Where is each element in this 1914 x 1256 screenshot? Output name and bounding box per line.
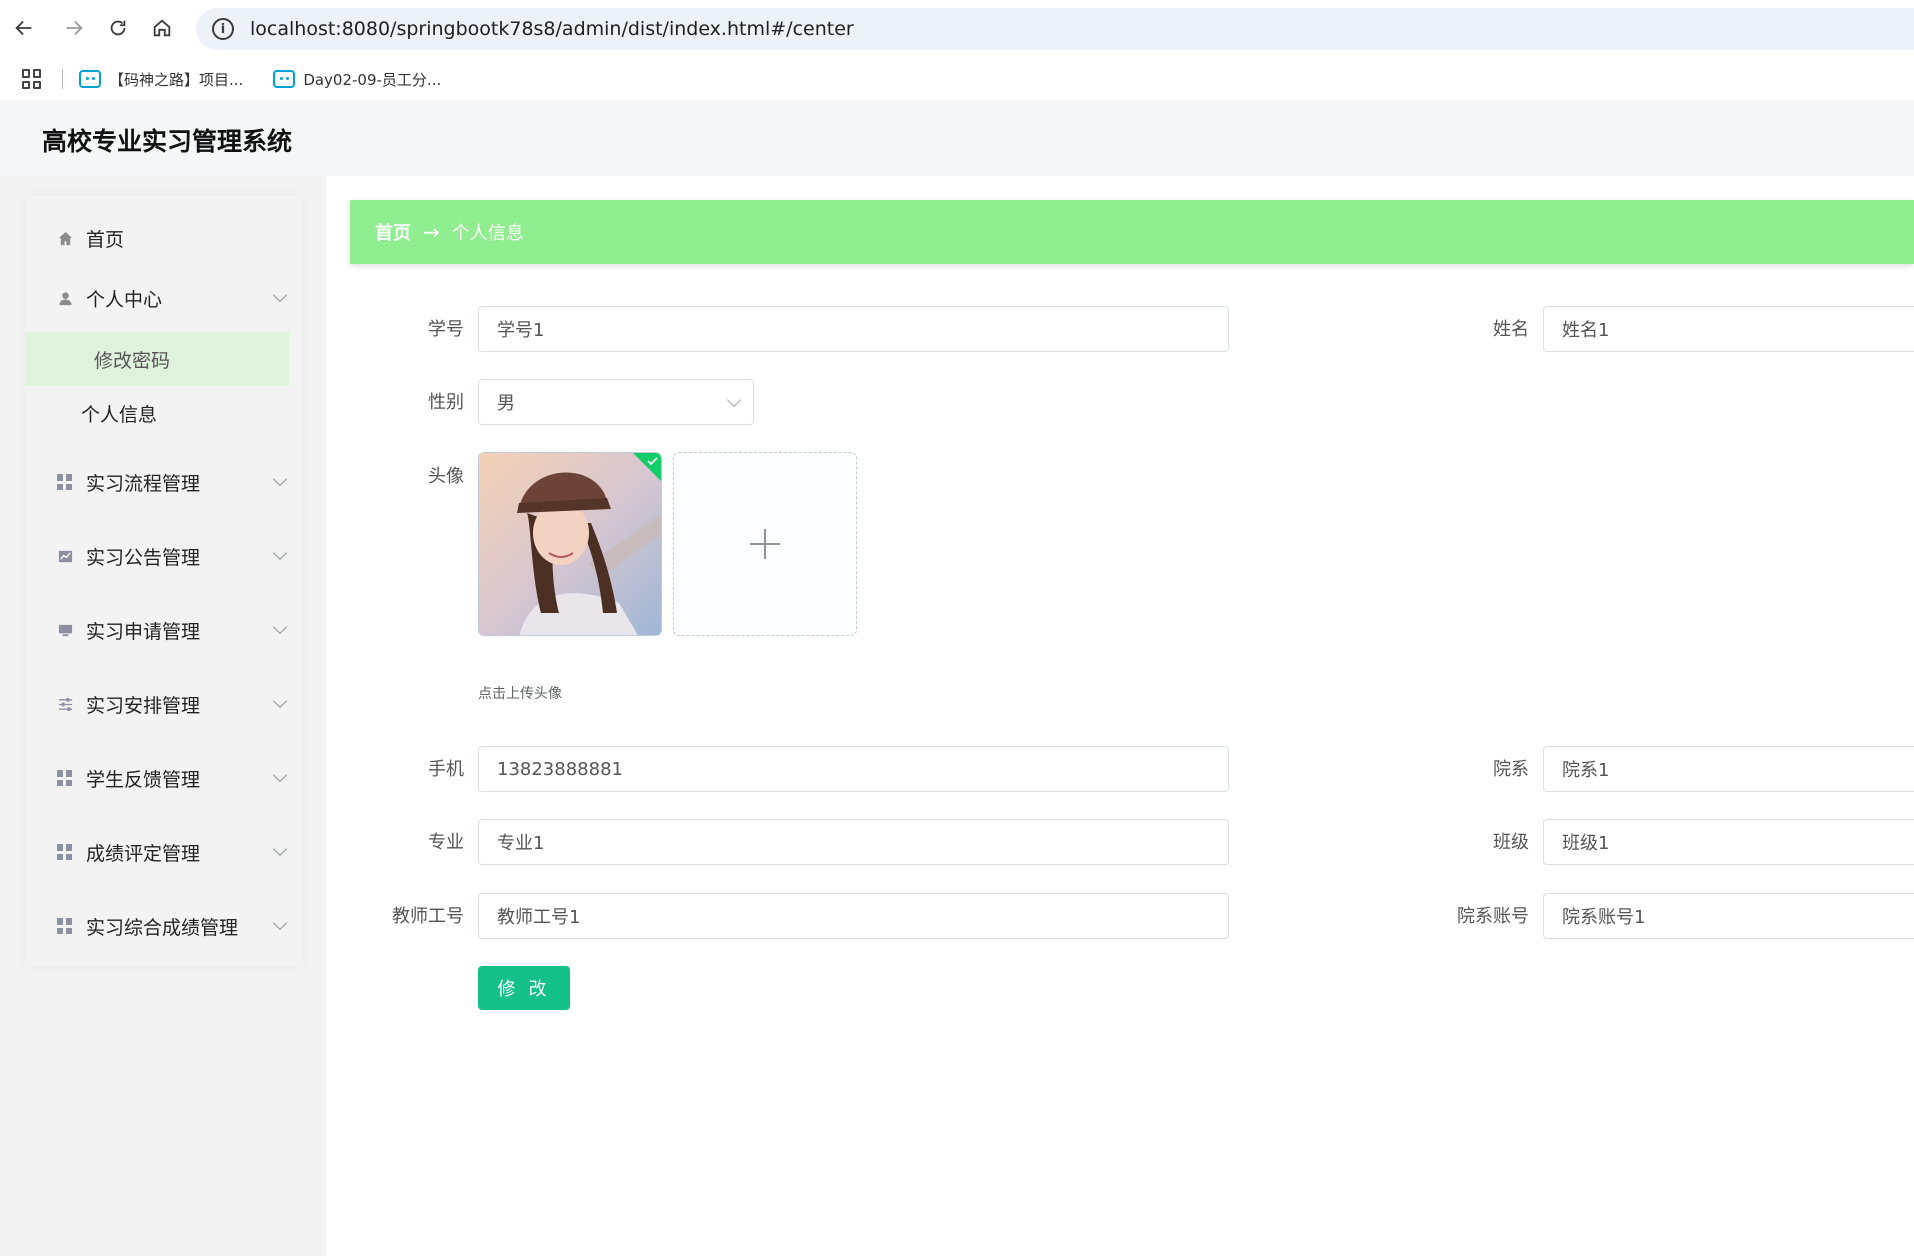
sliders-icon [57, 696, 73, 712]
breadcrumb-home-link[interactable]: 首页 [375, 219, 411, 245]
gender-label: 性别 [428, 392, 464, 413]
chevron-down-icon [272, 915, 288, 931]
sidebar-item-internship-arrangement[interactable]: 实习安排管理 [25, 674, 303, 734]
sidebar-item-label: 实习申请管理 [86, 620, 201, 643]
name-label: 姓名 [1493, 319, 1529, 340]
teacher-id-input[interactable]: 教师工号1 [478, 893, 1229, 939]
bilibili-icon [273, 70, 296, 88]
chart-icon [57, 548, 73, 564]
sidebar-item-label: 实习综合成绩管理 [86, 916, 239, 939]
phone-input[interactable]: 13823888881 [478, 746, 1229, 792]
class-input[interactable]: 班级1 [1543, 819, 1914, 865]
chevron-down-icon [272, 693, 288, 709]
sidebar-item-grade-evaluation[interactable]: 成绩评定管理 [25, 822, 303, 882]
sidebar-item-internship-notice[interactable]: 实习公告管理 [25, 526, 303, 586]
grid-icon [57, 770, 73, 786]
grid-icon [57, 844, 73, 860]
chevron-down-icon [272, 545, 288, 561]
major-input[interactable]: 专业1 [478, 819, 1229, 865]
student-id-label: 学号 [428, 319, 464, 340]
bookmark-label: 【码神之路】项目... [109, 70, 244, 89]
address-bar[interactable]: i localhost:8080/springbootk78s8/admin/d… [196, 8, 1914, 50]
phone-label: 手机 [428, 759, 464, 780]
chevron-down-icon [272, 471, 288, 487]
grid-icon [57, 918, 73, 934]
breadcrumb: 首页 → 个人信息 [350, 200, 1914, 264]
gender-select-value: 男 [497, 393, 515, 414]
class-label: 班级 [1493, 832, 1529, 853]
bookmark-item[interactable]: Day02-09-员工分... [273, 69, 441, 90]
department-input[interactable]: 院系1 [1543, 746, 1914, 792]
plus-icon [750, 529, 780, 559]
sidebar-item-internship-application[interactable]: 实习申请管理 [25, 600, 303, 660]
submit-button[interactable]: 修 改 [478, 966, 570, 1010]
app-header: 高校专业实习管理系统 [0, 100, 1914, 176]
teacher-id-label: 教师工号 [392, 906, 464, 927]
breadcrumb-current: 个人信息 [451, 223, 524, 244]
reload-icon[interactable] [104, 14, 132, 42]
app-title: 高校专业实习管理系统 [42, 127, 293, 156]
department-account-input[interactable]: 院系账号1 [1543, 893, 1914, 939]
sidebar-item-comprehensive-grade[interactable]: 实习综合成绩管理 [25, 896, 303, 956]
site-info-icon[interactable]: i [212, 18, 234, 40]
back-icon[interactable] [10, 14, 38, 42]
chevron-down-icon [272, 841, 288, 857]
sidebar-subitem-change-password[interactable]: 修改密码 [25, 332, 289, 386]
apps-icon[interactable] [22, 69, 42, 89]
home-page-icon[interactable] [148, 14, 176, 42]
sidebar-item-internship-process[interactable]: 实习流程管理 [25, 452, 303, 512]
major-label: 专业 [428, 832, 464, 853]
sidebar-item-student-feedback[interactable]: 学生反馈管理 [25, 748, 303, 808]
avatar-upload-hint: 点击上传头像 [478, 686, 562, 702]
avatar-image[interactable] [478, 452, 662, 636]
bookmark-label: Day02-09-员工分... [303, 70, 442, 89]
sidebar-subitem-label: 个人信息 [81, 403, 158, 426]
sidebar-subitem-personal-info[interactable]: 个人信息 [25, 386, 289, 440]
grid-icon [57, 474, 73, 490]
bookmark-separator [62, 69, 63, 89]
sidebar-item-label: 实习流程管理 [86, 472, 201, 495]
chevron-down-icon [272, 619, 288, 635]
department-account-label: 院系账号 [1457, 906, 1529, 927]
sidebar-subitem-label: 修改密码 [94, 349, 171, 372]
bookmarks-bar: 【码神之路】项目... Day02-09-员工分... [0, 58, 1914, 100]
url-text[interactable]: localhost:8080/springbootk78s8/admin/dis… [250, 18, 854, 40]
student-id-input[interactable]: 学号1 [478, 306, 1229, 352]
sidebar-container: 首页 个人中心 修改密码 个人信息 实习流程管理 实习公告管理 实习申请管理 实… [0, 176, 326, 1256]
sidebar-item-label: 实习安排管理 [86, 694, 201, 717]
bookmark-item[interactable]: 【码神之路】项目... [79, 69, 243, 90]
sidebar-item-label: 成绩评定管理 [86, 842, 201, 865]
browser-toolbar: i localhost:8080/springbootk78s8/admin/d… [0, 0, 1914, 58]
chevron-down-icon [726, 392, 742, 408]
sidebar-item-personal-center[interactable]: 个人中心 [25, 268, 303, 328]
avatar-label: 头像 [428, 466, 464, 487]
sidebar-item-label: 个人中心 [86, 288, 163, 311]
chevron-down-icon [272, 287, 288, 303]
bilibili-icon [79, 70, 101, 88]
sidebar-item-label: 实习公告管理 [86, 546, 201, 569]
department-label: 院系 [1493, 759, 1529, 780]
main-content: 首页 → 个人信息 学号 学号1 姓名 姓名1 性别 男 头像 点击上传头像 手… [326, 176, 1914, 1256]
sidebar-item-label: 首页 [86, 228, 125, 251]
forward-icon[interactable] [60, 14, 88, 42]
avatar-upload-button[interactable] [673, 452, 857, 636]
sidebar-item-label: 学生反馈管理 [86, 768, 201, 791]
breadcrumb-arrow-icon: → [423, 220, 440, 244]
name-input[interactable]: 姓名1 [1543, 306, 1914, 352]
monitor-icon [57, 622, 73, 638]
home-icon [57, 230, 73, 246]
sidebar-menu: 首页 个人中心 修改密码 个人信息 实习流程管理 实习公告管理 实习申请管理 实… [25, 196, 303, 966]
success-check-icon [633, 453, 661, 481]
chevron-down-icon [272, 767, 288, 783]
gender-select[interactable]: 男 [478, 379, 754, 425]
user-icon [57, 290, 73, 306]
sidebar-item-home[interactable]: 首页 [25, 208, 303, 268]
